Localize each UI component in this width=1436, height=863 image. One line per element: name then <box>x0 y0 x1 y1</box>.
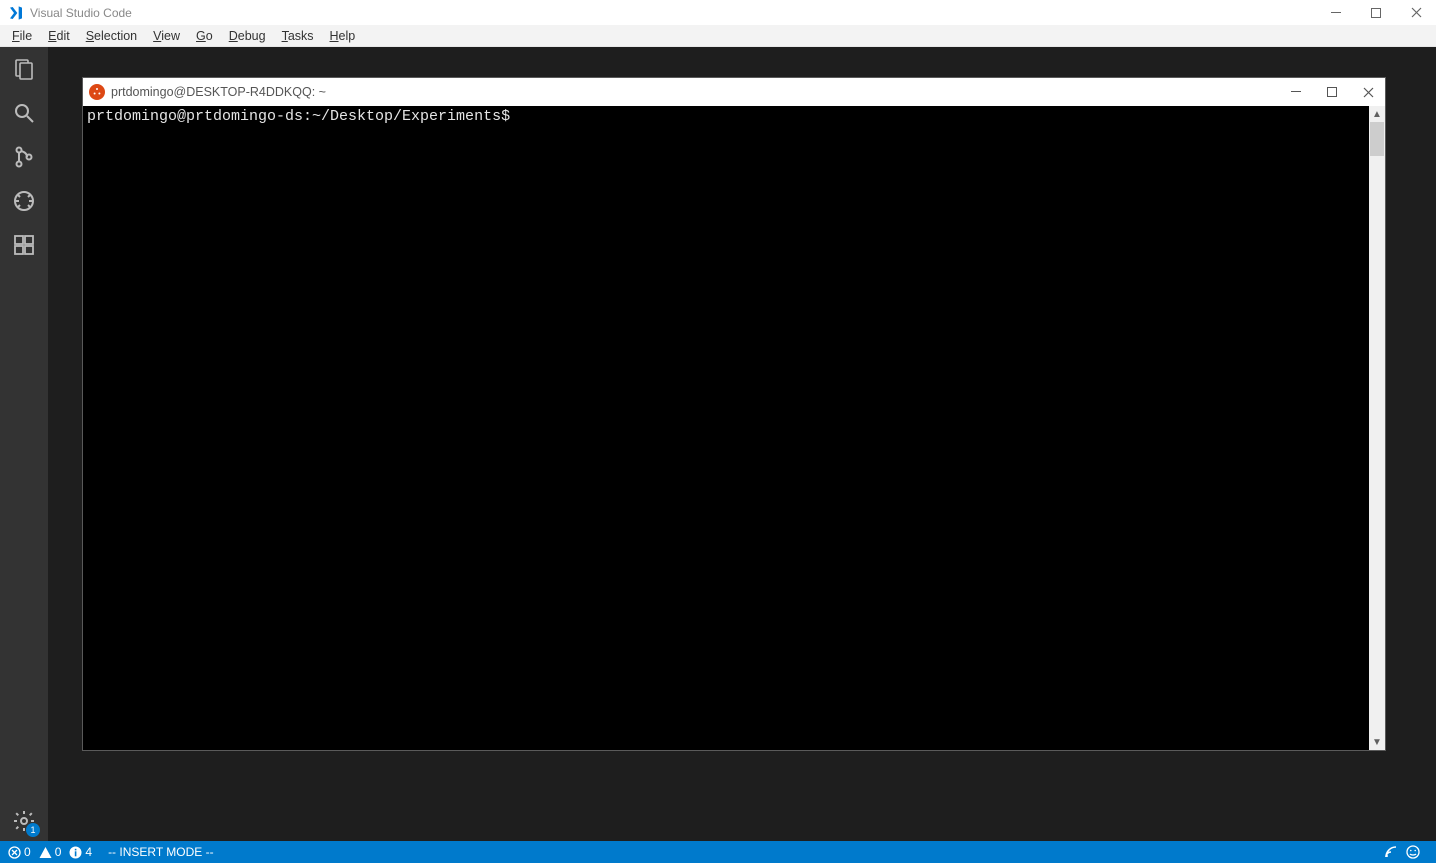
status-mode-text: -- INSERT MODE -- <box>108 845 214 859</box>
terminal-body: prtdomingo@prtdomingo-ds:~/Desktop/Exper… <box>83 106 1385 750</box>
scroll-track[interactable] <box>1369 122 1385 734</box>
menu-tasks[interactable]: Tasks <box>274 27 322 45</box>
window-close-button[interactable] <box>1404 1 1428 25</box>
editor-area: prtdomingo@DESKTOP-R4DDKQQ: ~ prtdomingo… <box>48 47 1436 841</box>
menu-edit[interactable]: Edit <box>40 27 78 45</box>
menu-help[interactable]: Help <box>322 27 364 45</box>
menu-view[interactable]: View <box>145 27 188 45</box>
terminal-window-controls <box>1285 81 1379 103</box>
scroll-up-icon[interactable]: ▲ <box>1369 106 1385 122</box>
status-errors[interactable]: 0 <box>8 845 31 859</box>
terminal-scrollbar[interactable]: ▲ ▼ <box>1369 106 1385 750</box>
status-info[interactable]: 4 <box>69 845 92 859</box>
status-info-count: 4 <box>85 845 92 859</box>
scroll-thumb[interactable] <box>1370 122 1384 156</box>
settings-badge: 1 <box>26 823 40 837</box>
terminal-title: prtdomingo@DESKTOP-R4DDKQQ: ~ <box>111 85 1285 99</box>
vscode-logo-icon <box>8 5 24 21</box>
explorer-icon[interactable] <box>10 55 38 83</box>
window-controls <box>1324 1 1428 25</box>
terminal-close-button[interactable] <box>1357 81 1379 103</box>
status-bar: 0 0 4 -- INSERT MODE -- <box>0 841 1436 863</box>
status-warnings-count: 0 <box>55 845 62 859</box>
terminal-window: prtdomingo@DESKTOP-R4DDKQQ: ~ prtdomingo… <box>82 77 1386 751</box>
window-titlebar: Visual Studio Code <box>0 0 1436 25</box>
ubuntu-icon <box>89 84 105 100</box>
status-errors-count: 0 <box>24 845 31 859</box>
search-icon[interactable] <box>10 99 38 127</box>
main-area: 1 prtdomingo@DESKTOP-R4DDKQQ: ~ <box>0 47 1436 841</box>
window-minimize-button[interactable] <box>1324 1 1348 25</box>
terminal-prompt: prtdomingo@prtdomingo-ds:~/Desktop/Exper… <box>87 108 510 125</box>
menu-go[interactable]: Go <box>188 27 221 45</box>
menu-file[interactable]: File <box>4 27 40 45</box>
window-maximize-button[interactable] <box>1364 1 1388 25</box>
activity-bar: 1 <box>0 47 48 841</box>
status-editor-mode[interactable]: -- INSERT MODE -- <box>108 845 214 859</box>
settings-gear-icon[interactable]: 1 <box>10 807 38 835</box>
scroll-down-icon[interactable]: ▼ <box>1369 734 1385 750</box>
status-warnings[interactable]: 0 <box>39 845 62 859</box>
extensions-icon[interactable] <box>10 231 38 259</box>
status-smiley-icon[interactable] <box>1406 845 1420 859</box>
terminal-content[interactable]: prtdomingo@prtdomingo-ds:~/Desktop/Exper… <box>83 106 1369 750</box>
terminal-maximize-button[interactable] <box>1321 81 1343 103</box>
debug-icon[interactable] <box>10 187 38 215</box>
status-feed-icon[interactable] <box>1384 845 1398 859</box>
menubar: File Edit Selection View Go Debug Tasks … <box>0 25 1436 47</box>
terminal-minimize-button[interactable] <box>1285 81 1307 103</box>
menu-debug[interactable]: Debug <box>221 27 274 45</box>
window-title: Visual Studio Code <box>30 6 1324 20</box>
menu-selection[interactable]: Selection <box>78 27 145 45</box>
source-control-icon[interactable] <box>10 143 38 171</box>
terminal-titlebar[interactable]: prtdomingo@DESKTOP-R4DDKQQ: ~ <box>83 78 1385 106</box>
